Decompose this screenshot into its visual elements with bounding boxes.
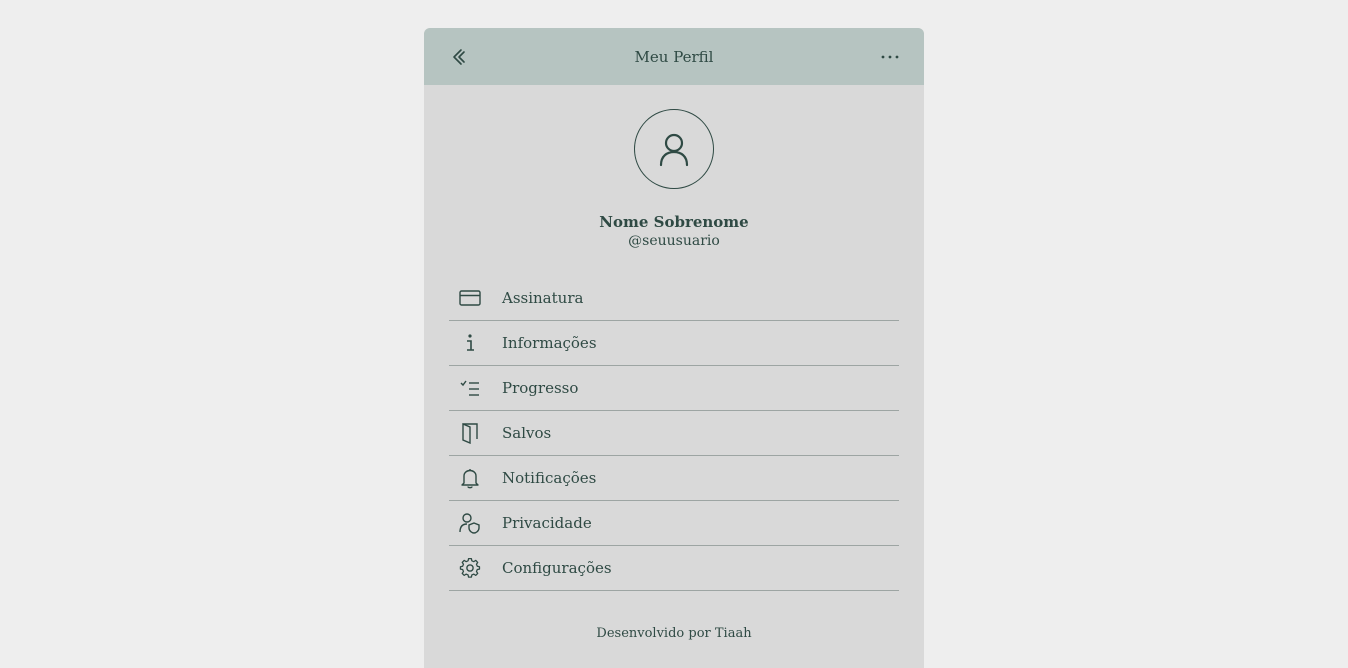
more-horizontal-icon [881, 55, 899, 59]
menu-item-informacoes[interactable]: Informações [449, 321, 899, 366]
avatar[interactable] [634, 109, 714, 189]
user-icon [659, 133, 689, 167]
profile-menu: Assinatura Informações Progresso Salvos … [449, 276, 899, 591]
more-options-button[interactable] [878, 46, 902, 68]
menu-item-label: Informações [502, 334, 597, 352]
door-icon [458, 421, 482, 445]
menu-item-progresso[interactable]: Progresso [449, 366, 899, 411]
header-bar: Meu Perfil [424, 28, 924, 85]
menu-item-label: Progresso [502, 379, 579, 397]
profile-handle: @seuusuario [628, 233, 720, 249]
menu-item-configuracoes[interactable]: Configurações [449, 546, 899, 591]
footer-credit: Desenvolvido por Tiaah [596, 626, 752, 641]
menu-item-label: Salvos [502, 424, 552, 442]
credit-card-icon [458, 286, 482, 310]
gear-icon [458, 556, 482, 580]
menu-item-notificacoes[interactable]: Notificações [449, 456, 899, 501]
bell-icon [458, 466, 482, 490]
menu-item-label: Notificações [502, 469, 597, 487]
checklist-icon [458, 376, 482, 400]
menu-item-label: Configurações [502, 559, 612, 577]
menu-item-salvos[interactable]: Salvos [449, 411, 899, 456]
info-icon [458, 331, 482, 355]
user-shield-icon [458, 511, 482, 535]
menu-item-label: Assinatura [502, 289, 584, 307]
profile-name: Nome Sobrenome [599, 213, 749, 231]
menu-item-assinatura[interactable]: Assinatura [449, 276, 899, 321]
back-button[interactable] [448, 46, 470, 68]
menu-item-label: Privacidade [502, 514, 592, 532]
chevron-left-icon [453, 49, 465, 65]
page-title: Meu Perfil [634, 47, 714, 66]
menu-item-privacidade[interactable]: Privacidade [449, 501, 899, 546]
profile-card: Meu Perfil Nome Sobrenome @seuusuario As… [424, 28, 924, 668]
